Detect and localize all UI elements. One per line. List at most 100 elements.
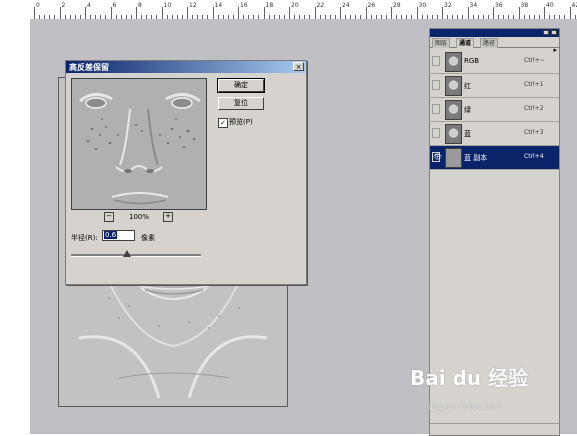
- channel-row[interactable]: 蓝 Ctrl+3: [430, 122, 559, 146]
- ok-button[interactable]: 确定: [218, 79, 264, 92]
- ruler-tick: [136, 7, 137, 19]
- ruler-label: 32: [444, 2, 452, 9]
- dialog-title-bar[interactable]: 高反差保留 ×: [66, 61, 306, 73]
- ruler-label: 36: [495, 2, 503, 9]
- ruler-tick: [60, 7, 61, 19]
- watermark-brand: Bai du 经验: [410, 362, 528, 391]
- ruler-label: 4: [87, 2, 91, 9]
- ruler-label: 0: [36, 2, 40, 9]
- reset-button[interactable]: 复位: [218, 97, 264, 110]
- channel-name: 绿: [464, 105, 471, 115]
- zoom-in-button[interactable]: +: [163, 212, 173, 222]
- preview-checkbox[interactable]: ✓: [218, 118, 228, 128]
- ruler-label: 8: [138, 2, 142, 9]
- baidu-watermark: Bai du 经验 jingyan.baidu.com: [410, 362, 570, 422]
- channel-name: 蓝 副本: [464, 153, 487, 163]
- ruler-label: 14: [215, 2, 223, 9]
- channel-shortcut: Ctrl+2: [524, 105, 544, 112]
- ruler-label: 38: [521, 2, 529, 9]
- ruler-tick: [442, 7, 443, 19]
- radius-value: 0.6: [104, 231, 117, 239]
- ruler-tick: [264, 7, 265, 19]
- eye-icon[interactable]: [432, 104, 440, 114]
- zoom-level: 100%: [129, 213, 149, 221]
- dialog-title: 高反差保留: [69, 62, 109, 73]
- ruler-tick: [315, 7, 316, 19]
- ruler-label: 2: [62, 2, 66, 9]
- radius-slider-thumb[interactable]: [123, 250, 131, 257]
- eye-icon[interactable]: [432, 56, 440, 66]
- ruler-label: 12: [189, 2, 197, 9]
- channel-name: RGB: [464, 57, 479, 65]
- ruler-tick: [519, 7, 520, 19]
- horizontal-ruler: 024681012141618202224262830323436384042: [30, 0, 577, 20]
- panel-tabs: 图层 通道 路径 ▸: [430, 37, 559, 48]
- minimize-icon[interactable]: [543, 30, 549, 35]
- ruler-label: 10: [164, 2, 172, 9]
- eye-icon[interactable]: 👁: [432, 152, 440, 162]
- ruler-tick: [85, 7, 86, 19]
- ruler-tick: [493, 7, 494, 19]
- ruler-label: 26: [368, 2, 376, 9]
- channel-row[interactable]: 👁 蓝 副本 Ctrl+4: [430, 146, 559, 170]
- channel-thumbnail: [445, 76, 462, 96]
- ruler-tick: [162, 7, 163, 19]
- eye-icon[interactable]: [432, 128, 440, 138]
- channel-thumbnail: [445, 100, 462, 120]
- ruler-tick: [570, 7, 571, 19]
- ruler-label: 18: [266, 2, 274, 9]
- preview-face-image: [72, 79, 206, 209]
- ruler-label: 24: [342, 2, 350, 9]
- ruler-tick: [391, 7, 392, 19]
- watermark-url: jingyan.baidu.com: [428, 402, 502, 411]
- ruler-tick: [238, 7, 239, 19]
- radius-label: 半径(R):: [71, 233, 98, 243]
- ruler-tick: [468, 7, 469, 19]
- ruler-label: 42: [572, 2, 577, 9]
- ruler-label: 16: [240, 2, 248, 9]
- panel-title-bar[interactable]: [430, 29, 559, 37]
- close-icon[interactable]: ×: [293, 62, 304, 71]
- ruler-label: 28: [393, 2, 401, 9]
- ruler-tick: [34, 7, 35, 19]
- ruler-tick: [340, 7, 341, 19]
- ruler-tick: [544, 7, 545, 19]
- zoom-out-button[interactable]: −: [104, 212, 114, 222]
- ruler-label: 34: [470, 2, 478, 9]
- channel-row[interactable]: 绿 Ctrl+2: [430, 98, 559, 122]
- channel-shortcut: Ctrl+4: [524, 153, 544, 160]
- high-pass-dialog: 高反差保留 ×: [65, 60, 307, 285]
- ruler-label: 30: [419, 2, 427, 9]
- ruler-label: 22: [317, 2, 325, 9]
- ruler-tick: [187, 7, 188, 19]
- ruler-label: 6: [113, 2, 117, 9]
- channel-thumbnail: [445, 52, 462, 72]
- radius-slider-track[interactable]: [71, 254, 201, 257]
- unit-label: 像素: [141, 233, 155, 243]
- channel-row[interactable]: RGB Ctrl+~: [430, 50, 559, 74]
- ruler-tick: [213, 7, 214, 19]
- tab-layers[interactable]: 图层: [432, 38, 450, 48]
- tab-paths[interactable]: 路径: [480, 38, 498, 48]
- filter-preview[interactable]: [71, 78, 207, 210]
- eye-icon[interactable]: [432, 80, 440, 90]
- ruler-tick: [289, 7, 290, 19]
- ruler-tick: [417, 7, 418, 19]
- ruler-label: 20: [291, 2, 299, 9]
- close-panel-icon[interactable]: [551, 30, 557, 35]
- channel-name: 红: [464, 81, 471, 91]
- panel-bottom-bar: [430, 423, 559, 435]
- ruler-tick: [366, 7, 367, 19]
- channel-row[interactable]: 红 Ctrl+1: [430, 74, 559, 98]
- tab-channels[interactable]: 通道: [456, 38, 474, 48]
- channel-shortcut: Ctrl+1: [524, 81, 544, 88]
- channel-shortcut: Ctrl+~: [524, 57, 545, 64]
- channel-thumbnail: [445, 148, 462, 168]
- preview-label: 预览(P): [229, 117, 253, 127]
- ruler-tick: [111, 7, 112, 19]
- radius-input[interactable]: 0.6: [102, 230, 135, 241]
- ruler-label: 40: [546, 2, 554, 9]
- channel-thumbnail: [445, 124, 462, 144]
- channel-shortcut: Ctrl+3: [524, 129, 544, 136]
- channel-name: 蓝: [464, 129, 471, 139]
